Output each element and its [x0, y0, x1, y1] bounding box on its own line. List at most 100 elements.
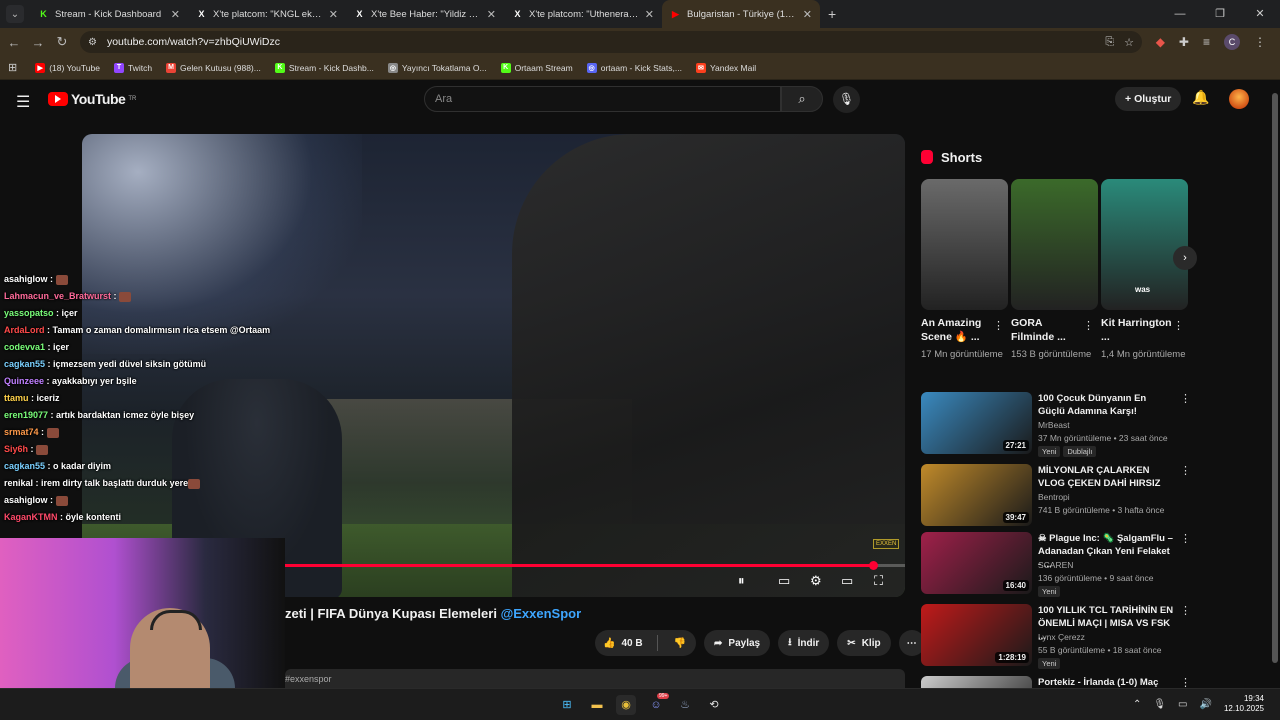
install-app-icon[interactable]: ⎘: [1105, 36, 1114, 49]
chat-username[interactable]: srmat74: [4, 427, 39, 437]
video-title[interactable]: MİLYONLAR ÇALARKEN VLOG ÇEKEN DAHİ HIRSI…: [1038, 464, 1175, 490]
maximize-button[interactable]: ❐: [1200, 0, 1240, 28]
youtube-logo[interactable]: YouTube TR: [48, 91, 136, 107]
browser-tab[interactable]: ▶ Bulgaristan - Türkiye (1-6) Maç ✕: [662, 0, 820, 28]
chat-username[interactable]: Lahmacun_ve_Bratwurst: [4, 291, 111, 301]
short-thumbnail[interactable]: [1011, 179, 1098, 310]
settings-gear-icon[interactable]: ⚙: [810, 573, 822, 591]
chrome-icon[interactable]: ◉: [616, 695, 636, 715]
chat-username[interactable]: cagkan55: [4, 461, 45, 471]
clock[interactable]: 19:34 12.10.2025: [1224, 694, 1264, 714]
short-title[interactable]: An Amazing Scene 🔥 ...: [921, 316, 993, 346]
video-title[interactable]: Portekiz - İrlanda (1-0) Maç: [1038, 676, 1175, 688]
recommended-video[interactable]: Portekiz - İrlanda (1-0) Maç ⋮: [921, 676, 1191, 688]
network-icon[interactable]: ▭: [1178, 699, 1187, 710]
browser-tab[interactable]: K Stream - Kick Dashboard ✕: [30, 0, 188, 28]
steam-icon[interactable]: ♨: [675, 695, 695, 715]
browser-tab[interactable]: X X'te platcom: "KNGL ekibiyle gü ✕: [188, 0, 346, 28]
create-button[interactable]: + Oluştur: [1115, 87, 1182, 111]
bookmark-item[interactable]: K Ortaam Stream: [497, 62, 577, 73]
channel-name[interactable]: MrBeast: [1038, 420, 1070, 430]
fullscreen-icon[interactable]: ⛶: [874, 573, 883, 591]
bookmark-item[interactable]: ▶ (18) YouTube: [31, 62, 104, 73]
video-thumbnail[interactable]: 39:47: [921, 464, 1032, 526]
download-button[interactable]: ⭳ İndir: [778, 630, 830, 656]
video-thumbnail[interactable]: 1:28:19: [921, 604, 1032, 666]
tab-search-button[interactable]: ⌄: [6, 5, 24, 23]
more-options-icon[interactable]: ⋮: [1180, 676, 1191, 688]
subtitles-icon[interactable]: ▭: [778, 573, 790, 591]
notifications-bell-icon[interactable]: 🔔: [1192, 89, 1209, 106]
app-icon[interactable]: ⟲: [704, 695, 724, 715]
video-title[interactable]: 100 Çocuk Dünyanın En Güçlü Adamına Karş…: [1038, 392, 1175, 418]
chat-username[interactable]: Siy6h: [4, 444, 28, 454]
scrubber-handle[interactable]: [869, 561, 878, 570]
tab-close-icon[interactable]: ✕: [487, 8, 496, 21]
recommended-video[interactable]: 39:47 MİLYONLAR ÇALARKEN VLOG ÇEKEN DAHİ …: [921, 464, 1191, 528]
browser-tab[interactable]: X X'te Bee Haber: "Yildiz Tilbe, m ✕: [346, 0, 504, 28]
bookmark-item[interactable]: ◎ Yayıncı Tokatlama O...: [384, 62, 491, 73]
video-thumbnail[interactable]: 16:40: [921, 532, 1032, 594]
extension-icon[interactable]: ◆: [1156, 35, 1165, 49]
chat-username[interactable]: codevva1: [4, 342, 45, 352]
bookmark-item[interactable]: ◎ ortaam - Kick Stats,...: [583, 62, 686, 73]
tab-close-icon[interactable]: ✕: [329, 8, 338, 21]
minimize-button[interactable]: —: [1160, 0, 1200, 28]
voice-search-button[interactable]: 🎙: [833, 86, 860, 113]
recommended-video[interactable]: 16:40 ☠ Plague Inc: 🦠 ŞalgamFlu – Adanada…: [921, 532, 1191, 597]
reload-button[interactable]: ↻: [50, 34, 74, 50]
more-options-icon[interactable]: ⋮: [1180, 392, 1191, 405]
dislike-button[interactable]: 👎: [664, 638, 696, 649]
short-thumbnail[interactable]: was: [1101, 179, 1188, 310]
short-card[interactable]: was Kit Harrington ... 1,4 Mn görüntüleme ⋮: [1101, 179, 1188, 361]
shorts-next-button[interactable]: ›: [1173, 246, 1197, 270]
chat-username[interactable]: asahiglow: [4, 495, 48, 505]
video-thumbnail[interactable]: [921, 676, 1032, 688]
tray-overflow-icon[interactable]: ⌃: [1133, 699, 1141, 710]
file-explorer-icon[interactable]: ▬: [587, 695, 607, 715]
guide-menu-icon[interactable]: ☰: [16, 92, 30, 112]
clip-button[interactable]: ✂ Klip: [837, 630, 891, 656]
channel-name[interactable]: Lynx Çerezz: [1038, 632, 1085, 642]
tab-close-icon[interactable]: ✕: [645, 8, 654, 21]
search-input[interactable]: Ara: [424, 86, 781, 112]
chat-username[interactable]: ArdaLord: [4, 325, 45, 335]
description-box[interactable]: #exxenspor: [285, 669, 905, 688]
channel-name[interactable]: SCAREN: [1038, 560, 1073, 570]
microphone-tray-icon[interactable]: 🎙: [1153, 699, 1166, 710]
short-more-icon[interactable]: ⋮: [1173, 319, 1184, 332]
chat-username[interactable]: asahiglow: [4, 274, 48, 284]
chat-username[interactable]: Quinzeee: [4, 376, 44, 386]
chat-username[interactable]: yassopatso: [4, 308, 54, 318]
short-more-icon[interactable]: ⋮: [993, 319, 1004, 332]
autoplay-toggle[interactable]: ⏸: [738, 573, 745, 591]
description-hashtag[interactable]: #exxenspor: [285, 674, 332, 684]
scrollbar-thumb[interactable]: [1272, 93, 1278, 663]
chat-username[interactable]: ttamu: [4, 393, 29, 403]
extensions-puzzle-icon[interactable]: ✚: [1179, 35, 1189, 49]
bookmark-item[interactable]: K Stream - Kick Dashb...: [271, 62, 378, 73]
site-info-icon[interactable]: ⚙: [88, 37, 97, 48]
short-title[interactable]: GORA Filminde ...: [1011, 316, 1083, 346]
chat-username[interactable]: KaganKTMN: [4, 512, 58, 522]
tab-close-icon[interactable]: ✕: [171, 8, 180, 21]
short-card[interactable]: An Amazing Scene 🔥 ... 17 Mn görüntüleme ⋮: [921, 179, 1008, 361]
short-thumbnail[interactable]: [921, 179, 1008, 310]
bookmark-item[interactable]: ✉ Yandex Mail: [692, 62, 760, 73]
short-more-icon[interactable]: ⋮: [1083, 319, 1094, 332]
forward-button[interactable]: →: [26, 35, 50, 50]
theater-mode-icon[interactable]: ▭: [841, 573, 853, 591]
volume-icon[interactable]: 🔊: [1200, 699, 1212, 710]
chat-username[interactable]: cagkan55: [4, 359, 45, 369]
channel-tag-link[interactable]: @ExxenSpor: [501, 606, 582, 621]
bookmark-item[interactable]: T Twitch: [110, 62, 156, 73]
apps-grid-icon[interactable]: ⊞: [8, 61, 17, 74]
share-button[interactable]: ➦ Paylaş: [704, 630, 771, 656]
search-button[interactable]: ⌕: [781, 86, 823, 112]
account-avatar[interactable]: [1229, 89, 1249, 109]
browser-menu-icon[interactable]: ⋮: [1254, 35, 1266, 49]
more-options-icon[interactable]: ⋮: [1180, 464, 1191, 477]
back-button[interactable]: ←: [2, 35, 26, 50]
new-tab-button[interactable]: +: [828, 6, 836, 22]
more-options-icon[interactable]: ⋮: [1180, 532, 1191, 545]
